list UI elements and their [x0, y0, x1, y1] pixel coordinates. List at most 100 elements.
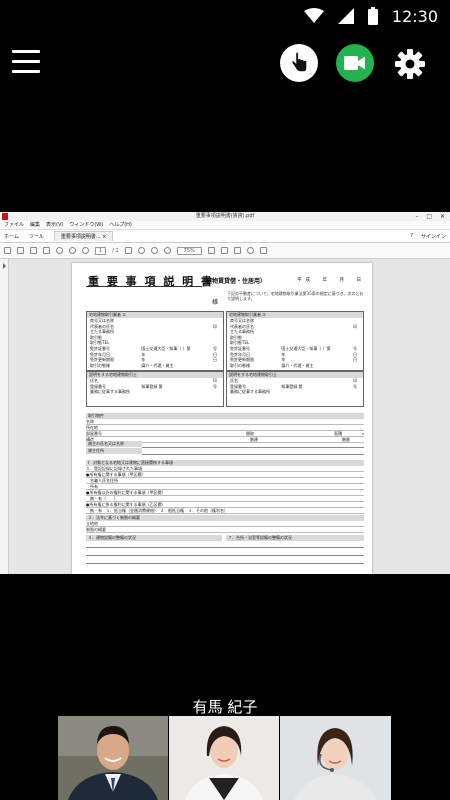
form-label: 業務に従事する事務所 [90, 389, 130, 395]
document-notice: 下記の不動産について、宅地建物取引業法第35条の規定に基づき、次のとおり説明しま… [227, 291, 364, 301]
tabbar-right: ? サインイン [410, 233, 446, 240]
pdf-tabbar: ホーム ツール 重要事項説明書... × ? サインイン [0, 230, 450, 243]
form-label: 氏名 [230, 378, 238, 383]
participant-1-avatar [58, 716, 168, 800]
form-label: 主たる事務所 [90, 329, 114, 335]
menu-help[interactable]: ヘルプ(H) [109, 221, 132, 229]
form-label: 代表者の氏名 [230, 323, 254, 329]
section-2-line: 制限の概要 [86, 527, 364, 533]
zoom-out-icon[interactable] [150, 247, 158, 254]
page-total: / 1 [112, 247, 119, 254]
staff-1-rows: 氏名印登録番号 知事登録 第号業務に従事する事務所 [87, 378, 223, 395]
section-3-left-header: ３．建物設備の整備の状況 [86, 535, 222, 541]
window-controls[interactable]: – □ ✕ [415, 212, 448, 221]
status-bar: 12:30 [0, 0, 450, 32]
form-value: 媒介・代理・貸主 [281, 362, 314, 368]
form-label: 免許年月日 [230, 351, 250, 357]
form-label: 取引態TEL [90, 340, 110, 346]
lessor-address-line [142, 454, 364, 455]
pdf-page: 重 要 事 項 説 明 書 （建物賃貸借・住居用） 平成 年 月 日 下記の不動… [72, 263, 372, 574]
fit-page-icon[interactable] [207, 247, 215, 254]
broker-1-rows: 商号又は名称 代表者の氏名印主たる事務所 取引態 取引態TEL 免許証番号 国土交通大臣・… [87, 318, 223, 368]
sign-icon[interactable] [259, 247, 267, 254]
broker-1-row: 取引の態様 媒介・代理・貸主 [87, 363, 223, 369]
broker-box-1: 宅地建物取引業者 ① 商号又は名称 代表者の氏名印主たる事務所 取引態 取引態TEL 免… [86, 311, 224, 371]
comment-icon[interactable] [246, 247, 254, 254]
save-icon[interactable] [4, 247, 11, 254]
video-call-screen: 12:30 重要事項説明書(賃貸).pdf – □ ✕ ファイル 編集 表示(V… [0, 0, 450, 800]
participant-video-3[interactable] [280, 716, 391, 800]
participant-2-avatar [169, 716, 279, 800]
lessor-address-label: 貸主住所 [86, 448, 142, 454]
section-3-right-header: ７．台所・浴室等設備の整備の状況 [226, 535, 364, 541]
tab-tools[interactable]: ツール [29, 233, 44, 240]
gear-icon [395, 49, 425, 79]
video-camera-icon [344, 56, 365, 70]
pdf-app-icon [2, 213, 8, 220]
upload-icon[interactable] [17, 247, 24, 254]
scroll-mode-icon[interactable] [220, 247, 228, 254]
staff-2-rows: 氏名印登録番号 知事登録 第号業務に従事する事務所 [227, 378, 363, 395]
battery-icon [367, 7, 378, 25]
hand-tool-icon[interactable] [137, 247, 145, 254]
settings-button[interactable] [394, 48, 426, 80]
form-label: 免許証番号 [90, 345, 110, 351]
broker-2-row: 取引の態様 媒介・代理・貸主 [227, 363, 363, 369]
caller-name: 有馬 紀子 [192, 698, 258, 716]
form-label: 取引の態様 [90, 362, 110, 368]
cellular-signal-icon [337, 8, 354, 24]
tab-home[interactable]: ホーム [4, 233, 19, 240]
form-label: 免許年月日 [90, 351, 110, 357]
tab-close-icon[interactable]: × [102, 234, 106, 240]
participant-3-avatar [280, 716, 391, 800]
menu-view[interactable]: 表示(V) [46, 221, 63, 229]
property-rows: 名称所在地部屋番号 間取 面積 ㎡（登記面積）構造 階建 階層 階部分 [86, 419, 364, 443]
lessor-name-line [142, 447, 364, 448]
side-panel-toggle[interactable] [0, 259, 9, 574]
section-3-line [86, 555, 364, 556]
email-icon[interactable] [43, 247, 50, 254]
window-title: 重要事項説明書(賃貸).pdf [195, 213, 255, 219]
menu-window[interactable]: ウィンドウ(W) [69, 221, 103, 229]
broker-2-rows: 商号又は名称 代表者の氏名印主たる事務所 取引態 取引態TEL 免許証番号 国土交通大臣・… [227, 318, 363, 368]
window-title-bar: 重要事項説明書(賃貸).pdf – □ ✕ [0, 212, 450, 221]
hamburger-line [12, 60, 40, 63]
prev-page-icon[interactable] [69, 247, 76, 254]
pdf-menubar: ファイル 編集 表示(V) ウィンドウ(W) ヘルプ(H) [0, 221, 450, 230]
print-icon[interactable] [30, 247, 37, 254]
wifi-icon [303, 8, 324, 23]
lessor-name-label: 貸主の氏名又は名称 [86, 441, 142, 447]
pdf-document-area[interactable]: 重 要 事 項 説 明 書 （建物賃貸借・住居用） 平成 年 月 日 下記の不動… [0, 259, 450, 574]
form-label: 商号又は名称 [230, 318, 254, 323]
form-label: 免許証番号 [230, 345, 250, 351]
next-page-icon[interactable] [82, 247, 89, 254]
keyboard-icon[interactable] [233, 247, 241, 254]
sign-in-link[interactable]: サインイン [421, 233, 446, 240]
document-subtitle: （建物賃貸借・住居用） [200, 278, 267, 285]
tab-document[interactable]: 重要事項説明書... × [53, 231, 114, 241]
help-icon[interactable]: ? [410, 233, 413, 240]
zoom-in-icon[interactable] [163, 247, 171, 254]
pointer-button[interactable] [280, 44, 318, 82]
section-1-lines: １．登記記録に記録された事項 ●所有権に関する事項（甲区欄） 名義人氏名住所 所有… [86, 466, 364, 514]
select-tool-icon[interactable] [124, 247, 132, 254]
hamburger-line [12, 70, 40, 73]
zoom-level[interactable]: 75% [176, 246, 202, 255]
video-toggle-button[interactable] [336, 44, 374, 82]
participant-video-1[interactable] [58, 716, 169, 800]
title-underline [86, 286, 202, 287]
menu-file[interactable]: ファイル [4, 221, 24, 229]
form-label: 取引態TEL [230, 340, 250, 346]
staff-box-2: 説明をする宅地建物取引士 氏名印登録番号 知事登録 第号業務に従事する事務所 [226, 371, 364, 407]
search-icon[interactable] [56, 247, 63, 254]
clock: 12:30 [391, 6, 438, 26]
participant-video-2[interactable] [169, 716, 280, 800]
menu-button[interactable] [12, 50, 40, 74]
form-label: 登録番号 [230, 383, 246, 389]
staff-box-1: 説明をする宅地建物取引士 氏名印登録番号 知事登録 第号業務に従事する事務所 [86, 371, 224, 407]
staff-2-row: 業務に従事する事務所 [227, 389, 363, 395]
menu-edit[interactable]: 編集 [30, 221, 40, 229]
page-number-input[interactable]: 1 [95, 246, 107, 255]
form-label: 商号又は名称 [90, 318, 114, 323]
call-controls [0, 44, 450, 84]
